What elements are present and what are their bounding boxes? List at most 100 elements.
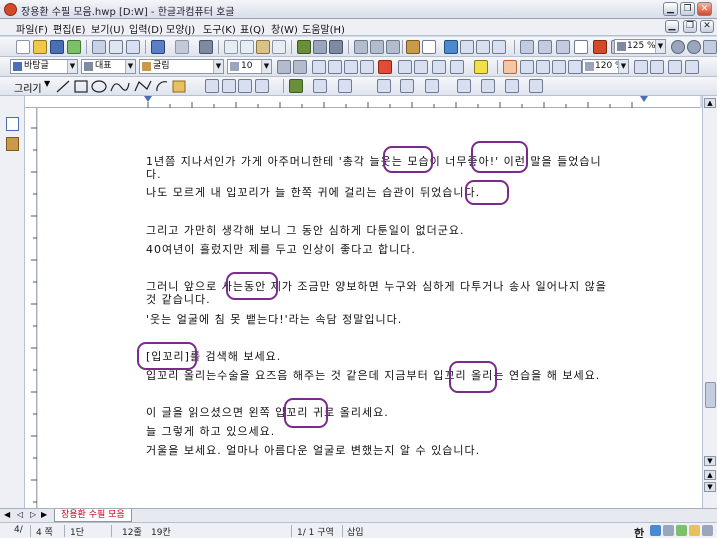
shape-icon[interactable]: [329, 40, 343, 54]
font-shrink-icon[interactable]: [293, 60, 307, 74]
font-type-select[interactable]: 대표 ▼: [81, 59, 136, 74]
new-doc-icon[interactable]: [16, 40, 30, 54]
zoom-select[interactable]: 125 % ▼: [614, 39, 666, 54]
save-as-icon[interactable]: [67, 40, 81, 54]
line-color-icon[interactable]: [289, 79, 303, 93]
open-folder-icon[interactable]: [33, 40, 47, 54]
chart-icon[interactable]: [444, 40, 458, 54]
font-grow-icon[interactable]: [277, 60, 291, 74]
find-icon[interactable]: [199, 40, 213, 54]
lines-icon[interactable]: [313, 40, 327, 54]
image-icon[interactable]: [406, 40, 420, 54]
redo-icon[interactable]: [175, 40, 189, 54]
rotate-icon[interactable]: [255, 79, 269, 93]
scroll-up-arrow-icon[interactable]: ▲: [704, 98, 716, 108]
superscript-icon[interactable]: [398, 60, 412, 74]
paste-icon[interactable]: [256, 40, 270, 54]
ime-pad-icon[interactable]: [689, 525, 700, 536]
doc-minimize-button[interactable]: ▁: [665, 20, 679, 33]
char-shape-icon[interactable]: [432, 60, 446, 74]
formula-icon[interactable]: [476, 40, 490, 54]
shadow-icon[interactable]: [338, 79, 352, 93]
line-style-icon[interactable]: [377, 79, 391, 93]
copy-icon[interactable]: [240, 40, 254, 54]
horizontal-ruler[interactable]: [25, 96, 700, 108]
vertical-ruler[interactable]: [25, 108, 37, 508]
table-icon[interactable]: [422, 40, 436, 54]
align-center-icon[interactable]: [552, 60, 566, 74]
print-icon[interactable]: [92, 40, 106, 54]
menu-tools[interactable]: 도구(K): [203, 21, 236, 36]
restore-button[interactable]: ❐: [680, 2, 695, 16]
ime-tool-icon[interactable]: [676, 525, 687, 536]
scrollbar-thumb[interactable]: [705, 382, 716, 408]
link-icon[interactable]: [354, 40, 368, 54]
menu-view[interactable]: 보기(U): [91, 21, 125, 36]
spacing-down-icon[interactable]: [650, 60, 664, 74]
menu-format[interactable]: 모양(J): [166, 21, 195, 36]
status-mode[interactable]: 삽입: [347, 525, 364, 538]
wrap-icon[interactable]: [505, 79, 519, 93]
hwp-app-icon[interactable]: [4, 3, 17, 16]
symbol-icon[interactable]: [492, 40, 506, 54]
ime-indicator[interactable]: 한: [634, 525, 644, 538]
line-width-icon[interactable]: [400, 79, 414, 93]
underline-icon[interactable]: [344, 60, 358, 74]
edit-icon[interactable]: [297, 40, 311, 54]
font-size-select[interactable]: 10 ▼: [227, 59, 272, 74]
clipboard-icon[interactable]: [6, 137, 19, 151]
menu-window[interactable]: 창(W): [271, 21, 298, 36]
line-spacing-select[interactable]: 120 % ▼: [582, 59, 629, 74]
highlight-icon[interactable]: [474, 60, 488, 74]
form-icon[interactable]: [520, 40, 534, 54]
align-objects-icon[interactable]: [238, 79, 252, 93]
preview-icon[interactable]: [109, 40, 123, 54]
tab-last-icon[interactable]: ▶: [41, 510, 47, 519]
fax-icon[interactable]: [126, 40, 140, 54]
save-icon[interactable]: [50, 40, 64, 54]
bookmark-icon[interactable]: [370, 40, 384, 54]
arrow-style-icon[interactable]: [425, 79, 439, 93]
grid-icon[interactable]: [460, 40, 474, 54]
italic-icon[interactable]: [328, 60, 342, 74]
object-props-icon[interactable]: [481, 79, 495, 93]
strikethrough-icon[interactable]: [360, 60, 374, 74]
zoom-in-icon[interactable]: [671, 40, 685, 54]
vertical-scrollbar[interactable]: ▲ ▼ ▲ ▼: [702, 96, 717, 508]
tab-document[interactable]: 장용환 수필 모음: [54, 509, 132, 522]
chevron-down-icon[interactable]: ▼: [44, 79, 50, 88]
note-icon[interactable]: [386, 40, 400, 54]
cut-icon[interactable]: [224, 40, 238, 54]
numbered-list-icon[interactable]: [685, 60, 699, 74]
style-select[interactable]: 바탕글 ▼: [10, 59, 78, 74]
dash-style-icon[interactable]: [457, 79, 471, 93]
ime-settings-icon[interactable]: [702, 525, 713, 536]
align-left-icon[interactable]: [520, 60, 534, 74]
para-shape-icon[interactable]: [450, 60, 464, 74]
distribute-icon[interactable]: [568, 60, 582, 74]
font-select[interactable]: 굴림 ▼: [139, 59, 224, 74]
page-view-icon[interactable]: [6, 117, 19, 131]
group-icon[interactable]: [205, 79, 219, 93]
page-icon[interactable]: [574, 40, 588, 54]
ime-mode-icon[interactable]: [650, 525, 661, 536]
presentation-icon[interactable]: [593, 40, 607, 54]
align-right-icon[interactable]: [536, 60, 550, 74]
menu-help[interactable]: 도움말(H): [302, 21, 345, 36]
minimize-button[interactable]: ▁: [663, 2, 678, 16]
header-icon[interactable]: [556, 40, 570, 54]
doc-close-button[interactable]: ✕: [700, 20, 714, 33]
prev-page-icon[interactable]: ▲: [704, 470, 716, 480]
undo-icon[interactable]: [151, 40, 165, 54]
zoom-out-icon[interactable]: [687, 40, 701, 54]
tab-next-icon[interactable]: ▷: [30, 510, 36, 519]
toolbar-more-icon[interactable]: [703, 40, 717, 54]
font-color-icon[interactable]: [378, 60, 392, 74]
subscript-icon[interactable]: [414, 60, 428, 74]
menu-table[interactable]: 표(Q): [240, 21, 265, 36]
tab-prev-icon[interactable]: ◁: [17, 510, 23, 519]
order-icon[interactable]: [222, 79, 236, 93]
close-button[interactable]: ✕: [697, 2, 712, 16]
format-copy-icon[interactable]: [272, 40, 286, 54]
anchor-icon[interactable]: [529, 79, 543, 93]
